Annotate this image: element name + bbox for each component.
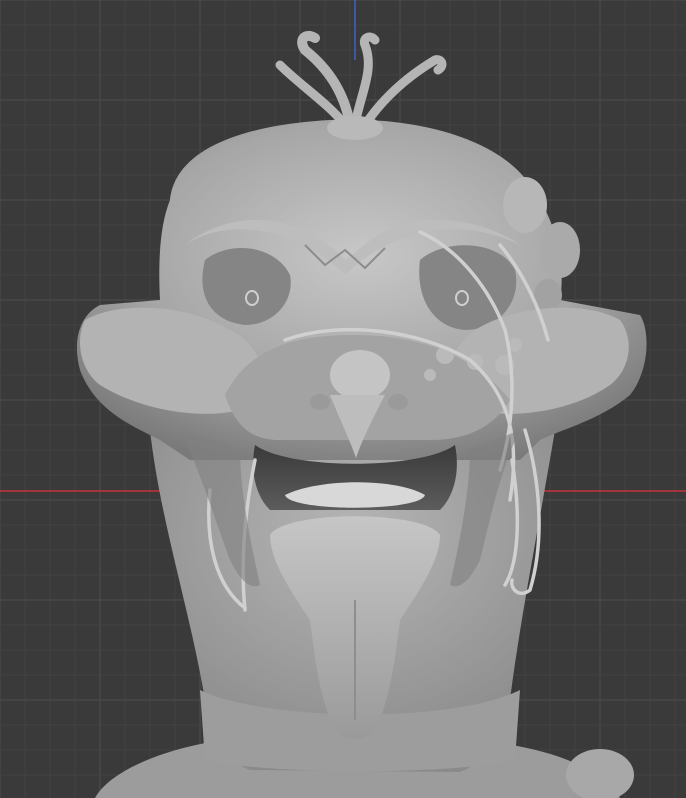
head-tentacles-icon xyxy=(275,30,447,130)
sculpted-model[interactable] xyxy=(0,0,686,798)
3d-viewport[interactable] xyxy=(0,0,686,798)
tentacle-base xyxy=(327,116,383,140)
